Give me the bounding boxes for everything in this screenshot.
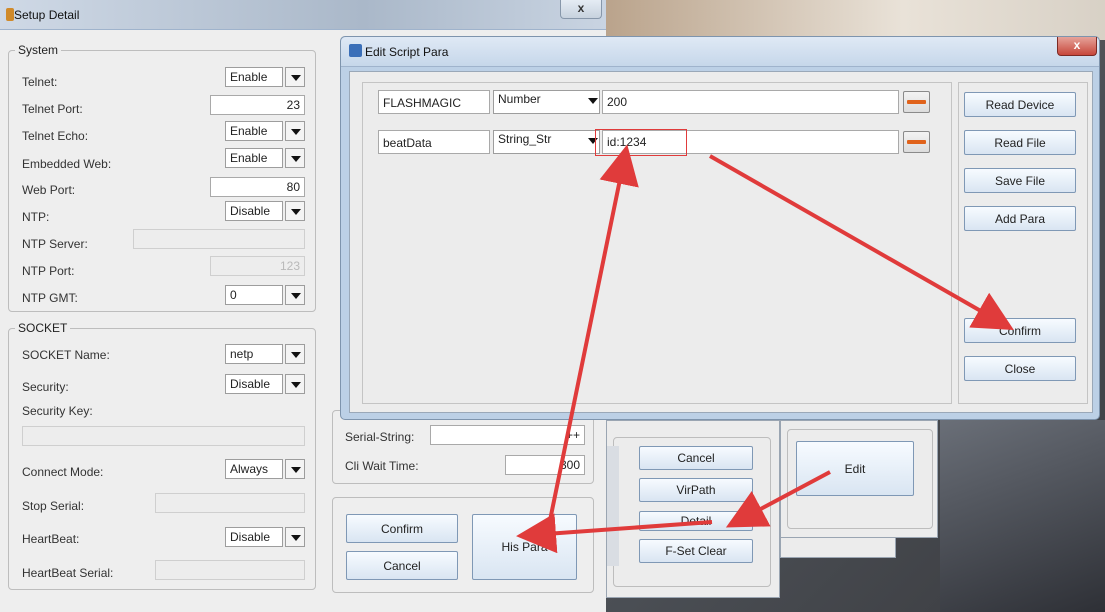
arrow-hispara-to-value (546, 144, 639, 531)
arrow-edit-to-detail (725, 470, 831, 528)
annotation-arrows (516, 144, 1014, 554)
arrow-value-to-confirm (709, 154, 1014, 330)
arrow-detail-to-hispara (516, 513, 713, 554)
